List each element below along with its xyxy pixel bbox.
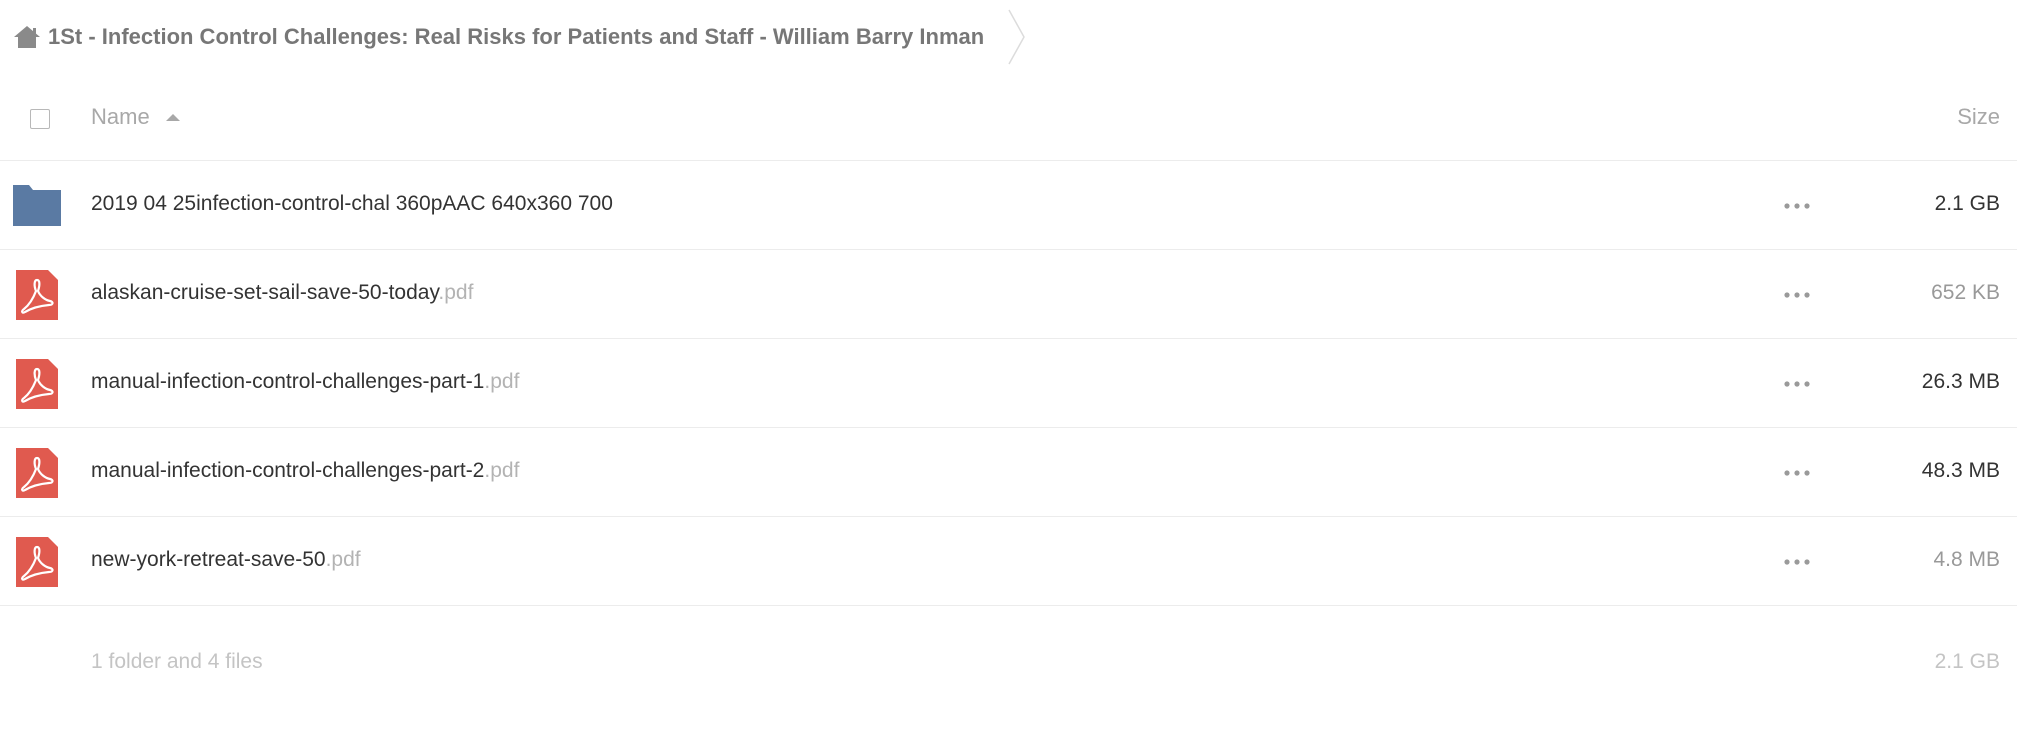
breadcrumb: 1St - Infection Control Challenges: Real… xyxy=(12,0,1028,74)
breadcrumb-current[interactable]: 1St - Infection Control Challenges: Real… xyxy=(48,24,984,50)
file-list: 2019 04 25infection-control-chal 360pAAC… xyxy=(0,161,2017,606)
summary-count: 1 folder and 4 files xyxy=(91,650,263,673)
file-row-folder[interactable]: 2019 04 25infection-control-chal 360pAAC… xyxy=(0,161,2017,250)
sort-ascending-icon xyxy=(165,113,180,121)
file-browser: 1St - Infection Control Challenges: Real… xyxy=(0,0,2017,738)
home-icon[interactable] xyxy=(12,22,42,52)
name-column-header[interactable]: Name xyxy=(91,104,180,130)
file-size: 4.8 MB xyxy=(1933,548,2000,571)
file-row-pdf[interactable]: alaskan-cruise-set-sail-save-50-today.pd… xyxy=(0,250,2017,339)
file-size: 2.1 GB xyxy=(1934,192,2000,215)
file-list-summary: 1 folder and 4 files 2.1 GB xyxy=(0,622,2017,682)
file-size: 48.3 MB xyxy=(1921,459,2000,482)
file-row-pdf[interactable]: manual-infection-control-challenges-part… xyxy=(0,339,2017,428)
file-name: alaskan-cruise-set-sail-save-50-today.pd… xyxy=(91,281,474,304)
file-list-header: Name Size xyxy=(0,74,2017,161)
pdf-icon xyxy=(16,270,58,320)
file-name: new-york-retreat-save-50.pdf xyxy=(91,548,361,571)
name-column-label: Name xyxy=(91,104,150,129)
folder-icon xyxy=(13,185,61,226)
file-size: 26.3 MB xyxy=(1921,370,2000,393)
file-row-pdf[interactable]: new-york-retreat-save-50.pdf 4.8 MB xyxy=(0,517,2017,606)
pdf-icon xyxy=(16,537,58,587)
more-actions-icon[interactable] xyxy=(1780,191,1814,221)
select-all-checkbox[interactable] xyxy=(30,109,50,129)
file-name: 2019 04 25infection-control-chal 360pAAC… xyxy=(91,192,613,215)
file-row-pdf[interactable]: manual-infection-control-challenges-part… xyxy=(0,428,2017,517)
pdf-icon xyxy=(16,359,58,409)
breadcrumb-separator-icon xyxy=(1008,9,1026,65)
more-actions-icon[interactable] xyxy=(1780,458,1814,488)
pdf-icon xyxy=(16,448,58,498)
file-name: manual-infection-control-challenges-part… xyxy=(91,370,520,393)
more-actions-icon[interactable] xyxy=(1780,280,1814,310)
file-size: 652 KB xyxy=(1931,281,2000,304)
more-actions-icon[interactable] xyxy=(1780,547,1814,577)
file-name: manual-infection-control-challenges-part… xyxy=(91,459,520,482)
size-column-header[interactable]: Size xyxy=(1957,104,2000,130)
more-actions-icon[interactable] xyxy=(1780,369,1814,399)
summary-total-size: 2.1 GB xyxy=(1934,650,2000,673)
